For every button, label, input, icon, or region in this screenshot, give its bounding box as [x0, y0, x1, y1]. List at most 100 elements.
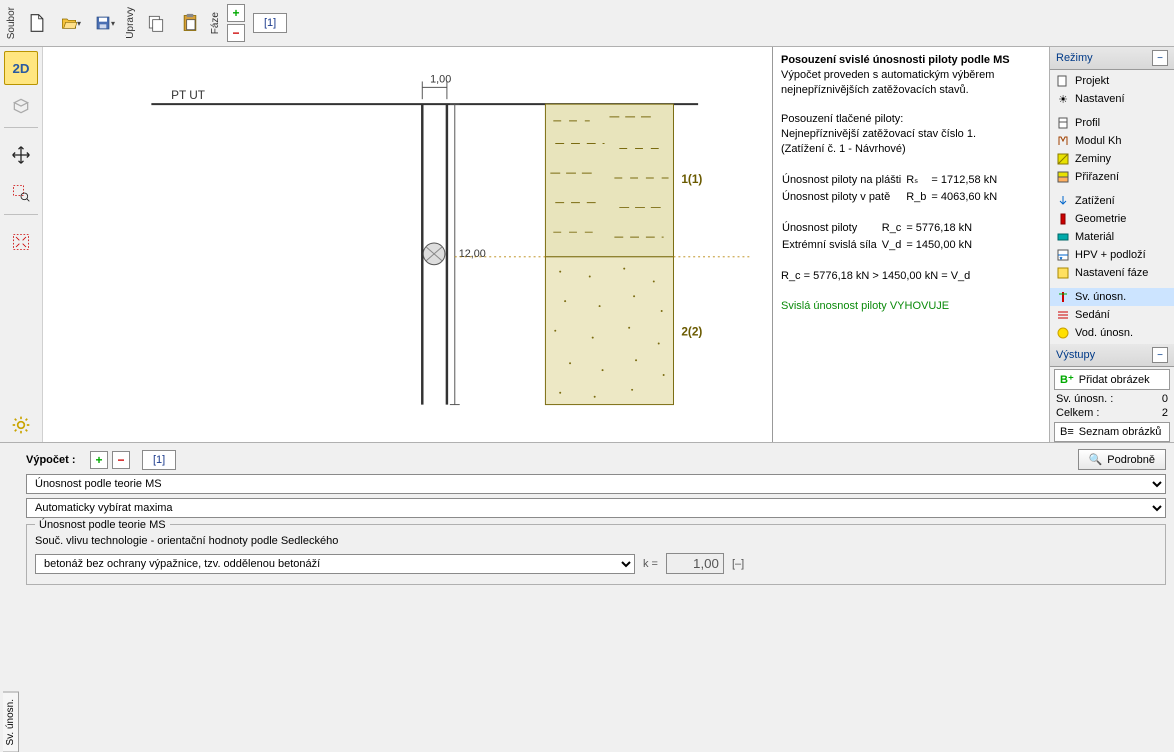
maxima-select[interactable]: Automaticky vybírat maxima	[26, 498, 1166, 518]
label-layer2: 2(2)	[681, 325, 702, 339]
top-toolbar: Soubor ▾ ▾ Úpravy Fáze + − [1]	[0, 0, 1174, 47]
results-panel: Posouzení svislé únosnosti piloty podle …	[773, 47, 1049, 442]
load-icon	[1056, 194, 1070, 208]
mode-zatizeni[interactable]: Zatížení	[1050, 192, 1174, 210]
output-count-sv: Sv. únosn. :0	[1050, 392, 1174, 406]
document-icon	[1056, 74, 1070, 88]
vertical-capacity-icon	[1056, 290, 1070, 304]
calc-stage[interactable]: [1]	[142, 450, 176, 470]
zoom-window-button[interactable]	[4, 176, 38, 210]
mode-hpv[interactable]: HPV + podloží	[1050, 246, 1174, 264]
outputs-header-label: Výstupy	[1056, 349, 1095, 361]
geometry-icon	[1056, 212, 1070, 226]
vd-val: = 1450,00 kN	[905, 237, 973, 254]
mode-sedani[interactable]: Sedání	[1050, 306, 1174, 324]
view-3d-button[interactable]	[4, 89, 38, 123]
results-tl2: (Zatížení č. 1 - Návrhové)	[781, 142, 1041, 157]
assign-icon	[1056, 170, 1070, 184]
list-icon: B≡	[1060, 426, 1074, 438]
mode-svunosn[interactable]: Sv. únosn.	[1050, 288, 1174, 306]
gear-icon: ☀	[1056, 92, 1070, 106]
soil-icon	[1056, 152, 1070, 166]
phase-pm: + −	[227, 4, 245, 42]
modes-header-label: Režimy	[1056, 52, 1093, 64]
image-list-button[interactable]: B≡Seznam obrázků	[1054, 422, 1170, 442]
phase-remove-button[interactable]: −	[227, 24, 245, 42]
zoom-fit-button[interactable]	[4, 225, 38, 259]
water-icon	[1056, 248, 1070, 262]
copy-button[interactable]	[140, 7, 172, 39]
rb-sym: R_b	[902, 189, 930, 206]
results-tlhead: Posouzení tlačené piloty:	[781, 112, 1041, 127]
mode-geometrie[interactable]: Geometrie	[1050, 210, 1174, 228]
left-toolstrip: 2D	[0, 47, 43, 442]
vd-sym: V_d	[878, 237, 906, 254]
bottom-tab[interactable]: Sv. únosn.	[0, 443, 22, 752]
results-auto: Výpočet proveden s automatickým výběrem …	[781, 68, 1041, 98]
theory-fieldset: Únosnost podle teorie MS Souč. vlivu tec…	[26, 524, 1166, 585]
results-compare: R_c = 5776,18 kN > 1450,00 kN = V_d	[781, 269, 1041, 284]
toolbar-label-phase: Fáze	[208, 10, 223, 36]
mode-nastaveni[interactable]: ☀Nastavení	[1050, 90, 1174, 108]
horizontal-capacity-icon	[1056, 326, 1070, 340]
pan-button[interactable]	[4, 138, 38, 172]
mode-material[interactable]: Materiál	[1050, 228, 1174, 246]
toolbar-label-edit: Úpravy	[123, 5, 138, 41]
open-file-button[interactable]: ▾	[55, 7, 87, 39]
k-input	[666, 553, 724, 574]
fieldset-legend: Únosnost podle teorie MS	[35, 519, 170, 531]
modes-list: Projekt ☀Nastavení Profil Modul Kh Zemin…	[1050, 70, 1174, 344]
modes-header: Režimy −	[1050, 47, 1174, 70]
settlement-icon	[1056, 308, 1070, 322]
label-ptut: PT UT	[171, 88, 205, 102]
side-panel: Režimy − Projekt ☀Nastavení Profil Modul…	[1049, 47, 1174, 442]
label-layer1: 1(1)	[681, 172, 702, 186]
magnifier-icon: 🔍	[1089, 453, 1103, 466]
phase-indicator[interactable]: [1]	[253, 13, 287, 33]
mode-nastavfaze[interactable]: Nastavení fáze	[1050, 264, 1174, 282]
mode-zeminy[interactable]: Zeminy	[1050, 150, 1174, 168]
rb-val: = 4063,60 kN	[930, 189, 998, 206]
calc-label: Výpočet :	[26, 454, 84, 466]
label-dim-w: 1,00	[430, 73, 451, 85]
detail-button[interactable]: 🔍Podrobně	[1078, 449, 1166, 470]
new-file-button[interactable]	[21, 7, 53, 39]
outputs-header: Výstupy −	[1050, 344, 1174, 367]
toolbar-label-file: Soubor	[4, 5, 19, 41]
tech-select[interactable]: betonáž bez ochrany výpažnice, tzv. oddě…	[35, 554, 635, 574]
bottom-panel: Sv. únosn. Výpočet : + − [1] 🔍Podrobně Ú…	[0, 442, 1174, 752]
results-verdict: Svislá únosnost piloty VYHOVUJE	[781, 299, 1041, 314]
modul-icon	[1056, 134, 1070, 148]
rc-label: Únosnost piloty	[781, 220, 878, 237]
results-tl1: Nejnepříznivější zatěžovací stav číslo 1…	[781, 127, 1041, 142]
phase-settings-icon	[1056, 266, 1070, 280]
rb-label: Únosnost piloty v patě	[781, 189, 902, 206]
mode-modulkh[interactable]: Modul Kh	[1050, 132, 1174, 150]
add-image-button[interactable]: B⁺Přidat obrázek	[1054, 369, 1170, 390]
view-2d-button[interactable]: 2D	[4, 51, 38, 85]
tech-label: Souč. vlivu technologie - orientační hod…	[35, 535, 1157, 547]
theory-select[interactable]: Únosnost podle teorie MS	[26, 474, 1166, 494]
main-row: 2D PT UT 1,00 12,00	[0, 47, 1174, 442]
mode-profil[interactable]: Profil	[1050, 114, 1174, 132]
settings-gear-button[interactable]	[4, 408, 38, 442]
profile-icon	[1056, 116, 1070, 130]
mode-projekt[interactable]: Projekt	[1050, 72, 1174, 90]
mode-prirazeni[interactable]: Přiřazení	[1050, 168, 1174, 186]
k-unit: [–]	[732, 558, 744, 570]
calc-remove-button[interactable]: −	[112, 451, 130, 469]
viewport[interactable]: PT UT 1,00 12,00	[43, 47, 773, 442]
save-file-button[interactable]: ▾	[89, 7, 121, 39]
mode-vodunosn[interactable]: Vod. únosn.	[1050, 324, 1174, 342]
outputs-collapse-button[interactable]: −	[1152, 347, 1168, 363]
k-label: k =	[643, 558, 658, 570]
modes-collapse-button[interactable]: −	[1152, 50, 1168, 66]
rc-val: = 5776,18 kN	[905, 220, 973, 237]
calc-add-button[interactable]: +	[90, 451, 108, 469]
rs-label: Únosnost piloty na plášti	[781, 172, 902, 189]
vd-label: Extrémní svislá síla	[781, 237, 878, 254]
paste-button[interactable]	[174, 7, 206, 39]
phase-add-button[interactable]: +	[227, 4, 245, 22]
label-dim-h: 12,00	[459, 248, 486, 260]
material-icon	[1056, 230, 1070, 244]
